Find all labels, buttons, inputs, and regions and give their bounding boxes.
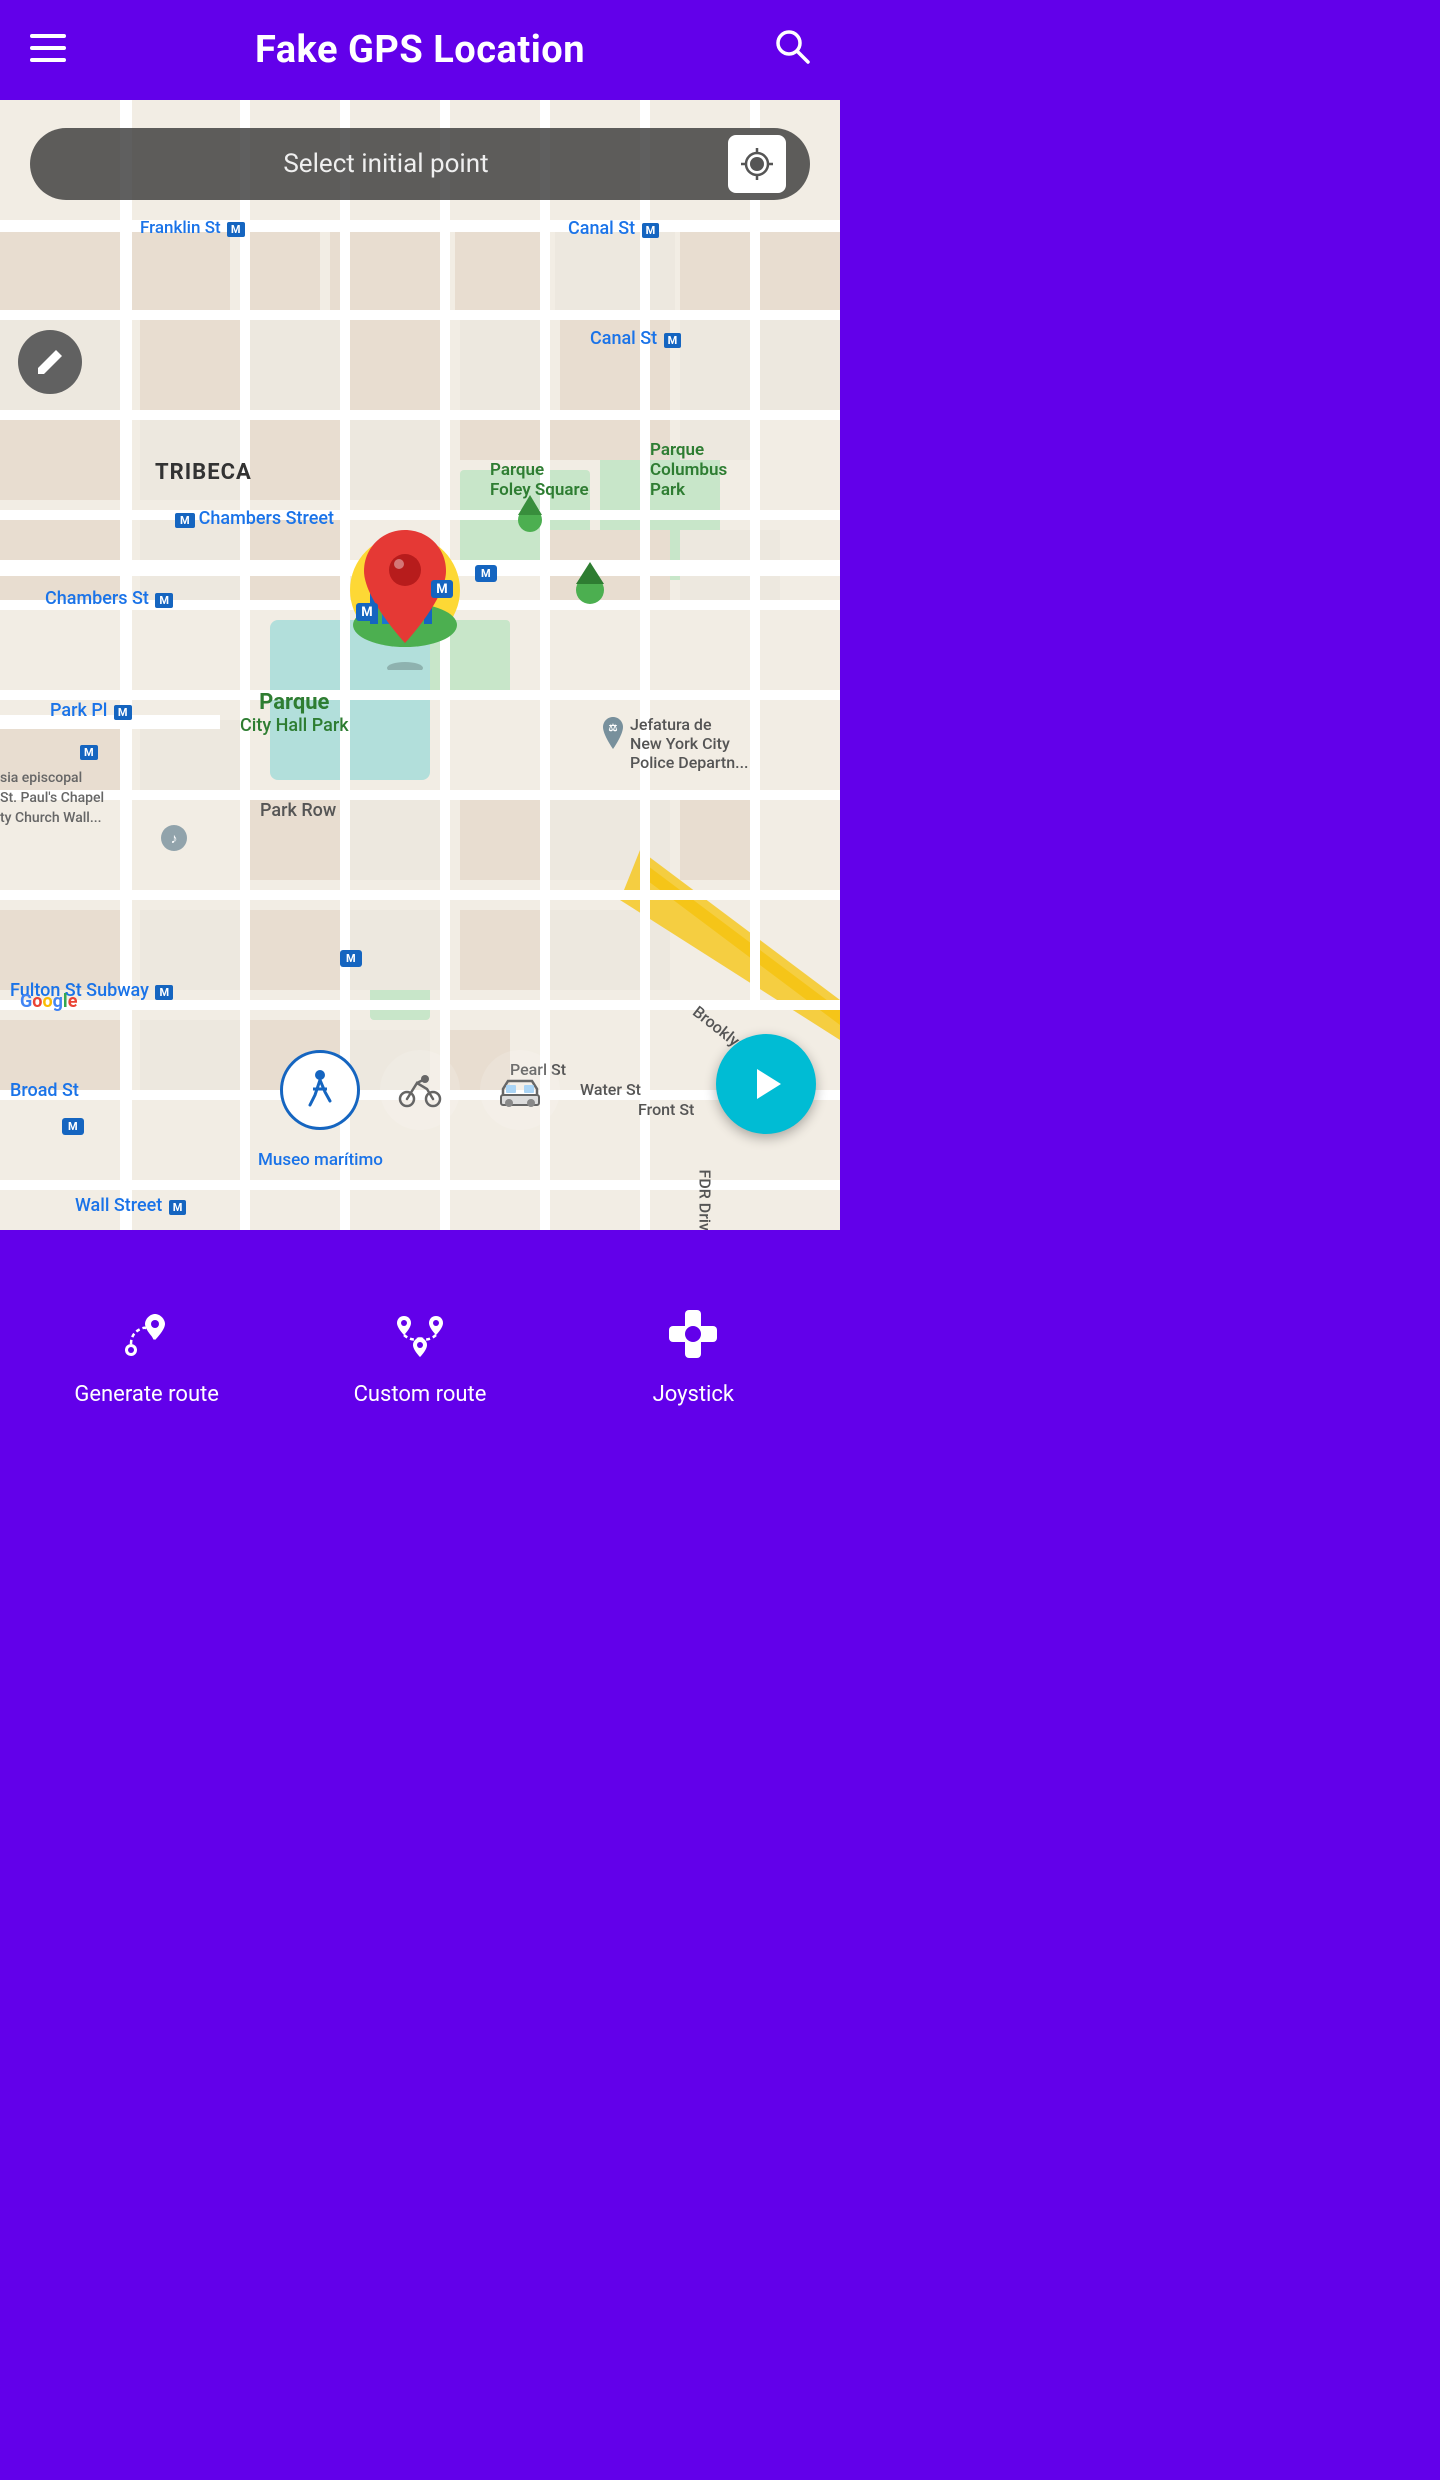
top-bar: Fake GPS Location — [0, 0, 840, 100]
walk-mode-button[interactable] — [280, 1050, 360, 1130]
car-mode-button[interactable] — [480, 1050, 560, 1130]
search-placeholder: Select initial point — [54, 149, 718, 179]
svg-text:♪: ♪ — [171, 831, 178, 847]
joystick-nav-item[interactable]: Joystick — [557, 1284, 830, 1427]
main-location-pin: M M — [340, 520, 470, 670]
police-icon: ⚖ — [598, 715, 628, 755]
custom-route-label: Custom route — [354, 1382, 487, 1407]
joystick-label: Joystick — [653, 1382, 735, 1407]
google-logo: Google — [20, 991, 77, 1012]
joystick-icon — [663, 1304, 723, 1372]
custom-route-nav-item[interactable]: Custom route — [283, 1284, 556, 1427]
my-location-button[interactable] — [728, 135, 786, 193]
edit-pin[interactable] — [18, 330, 82, 394]
generate-route-nav-item[interactable]: Generate route — [10, 1284, 283, 1427]
church-icon: ♪ — [158, 820, 190, 860]
svg-text:M: M — [361, 605, 372, 620]
custom-route-icon — [390, 1304, 450, 1372]
app-title: Fake GPS Location — [255, 28, 585, 72]
bottom-navigation: Generate route Custom route — [0, 1230, 840, 1480]
search-bar[interactable]: Select initial point — [30, 128, 810, 200]
transport-modes — [280, 1050, 560, 1130]
map-container[interactable]: Select initial point TRIBECA Franklin St… — [0, 100, 840, 1230]
menu-icon[interactable] — [30, 34, 66, 67]
bike-mode-button[interactable] — [380, 1050, 460, 1130]
generate-route-icon — [117, 1304, 177, 1372]
svg-text:⚖: ⚖ — [609, 723, 618, 734]
city-hall-park-label: Parque City Hall Park — [240, 690, 349, 736]
generate-route-label: Generate route — [74, 1382, 219, 1407]
play-button[interactable] — [716, 1034, 816, 1134]
search-icon[interactable] — [774, 28, 810, 73]
svg-text:M: M — [436, 582, 447, 597]
